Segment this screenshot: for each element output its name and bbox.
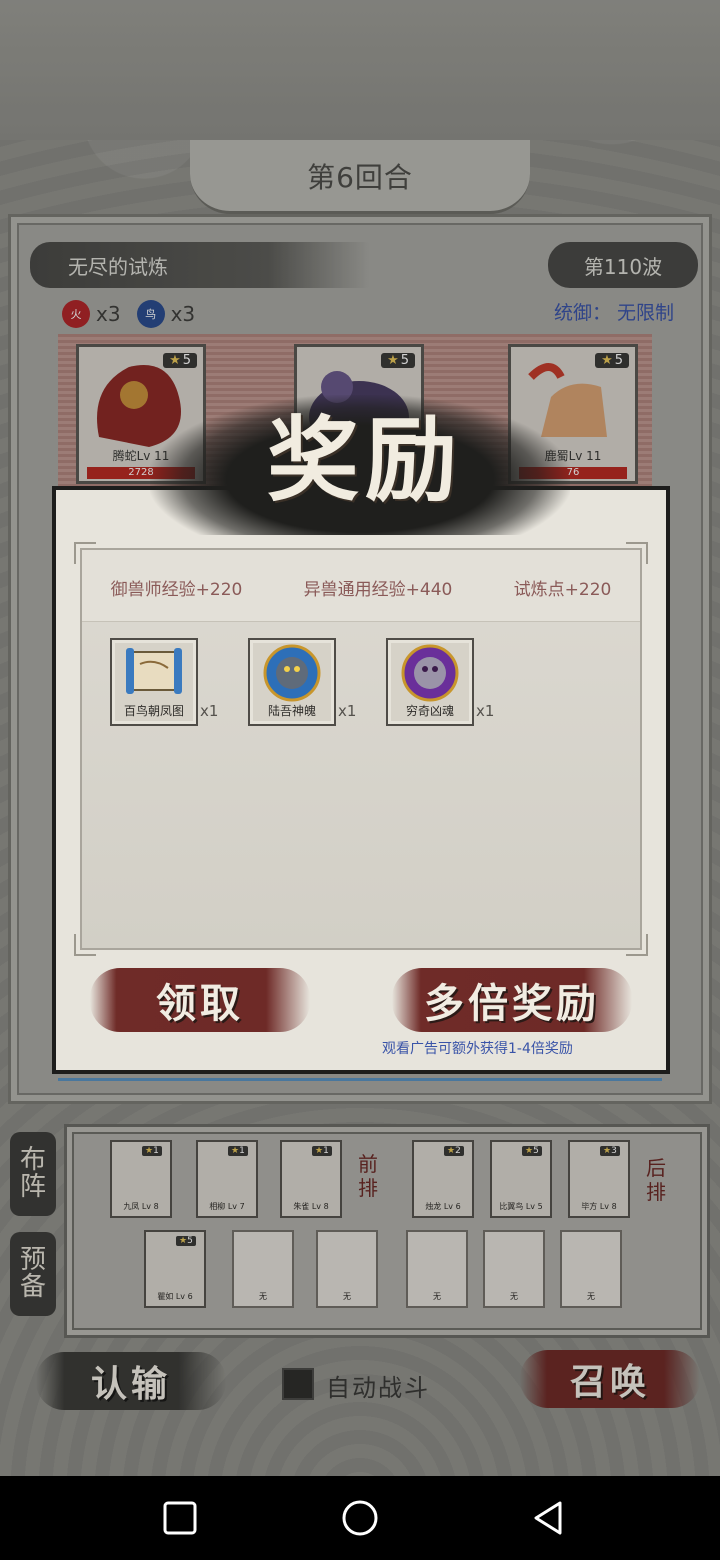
purple-spirit-orb-icon [401,644,459,702]
reward-item-qty: x1 [200,702,219,720]
reward-item[interactable]: 陆吾神魄 x1 [248,638,357,728]
reward-item-name: 穷奇凶魂 [405,704,454,718]
reward-items-row: 百鸟朝凤图 x1 陆吾神魄 x1 穷奇凶魂 x1 [110,638,495,728]
scroll-icon [126,648,182,694]
system-nav-bar [0,1476,720,1560]
reward-item-name: 百鸟朝凤图 [123,704,184,718]
multiple-reward-button[interactable]: 多倍奖励 [392,968,632,1032]
reward-exp-row: 御兽师经验+220 异兽通用经验+440 试炼点+220 [80,574,642,600]
reward-title: 奖励 [266,405,463,514]
claim-button[interactable]: 领取 [90,968,310,1032]
reward-item-qty: x1 [338,702,357,720]
tamer-exp-reward: 御兽师经验+220 [110,579,243,600]
modal-bottom-accent [58,1078,662,1081]
back-triangle-icon[interactable] [528,1498,568,1538]
blue-spirit-orb-icon [263,644,321,702]
trial-points-reward: 试炼点+220 [513,579,612,600]
ad-reward-note: 观看广告可额外获得1-4倍奖励 [382,1041,573,1057]
reward-item[interactable]: 穷奇凶魂 x1 [386,638,495,728]
reward-item[interactable]: 百鸟朝凤图 x1 [110,638,219,728]
home-circle-icon[interactable] [340,1498,380,1538]
beast-exp-reward: 异兽通用经验+440 [303,579,453,600]
reward-content-frame [74,542,648,956]
reward-item-name: 陆吾神魄 [267,704,316,718]
recents-square-icon[interactable] [160,1498,200,1538]
reward-item-qty: x1 [476,702,495,720]
